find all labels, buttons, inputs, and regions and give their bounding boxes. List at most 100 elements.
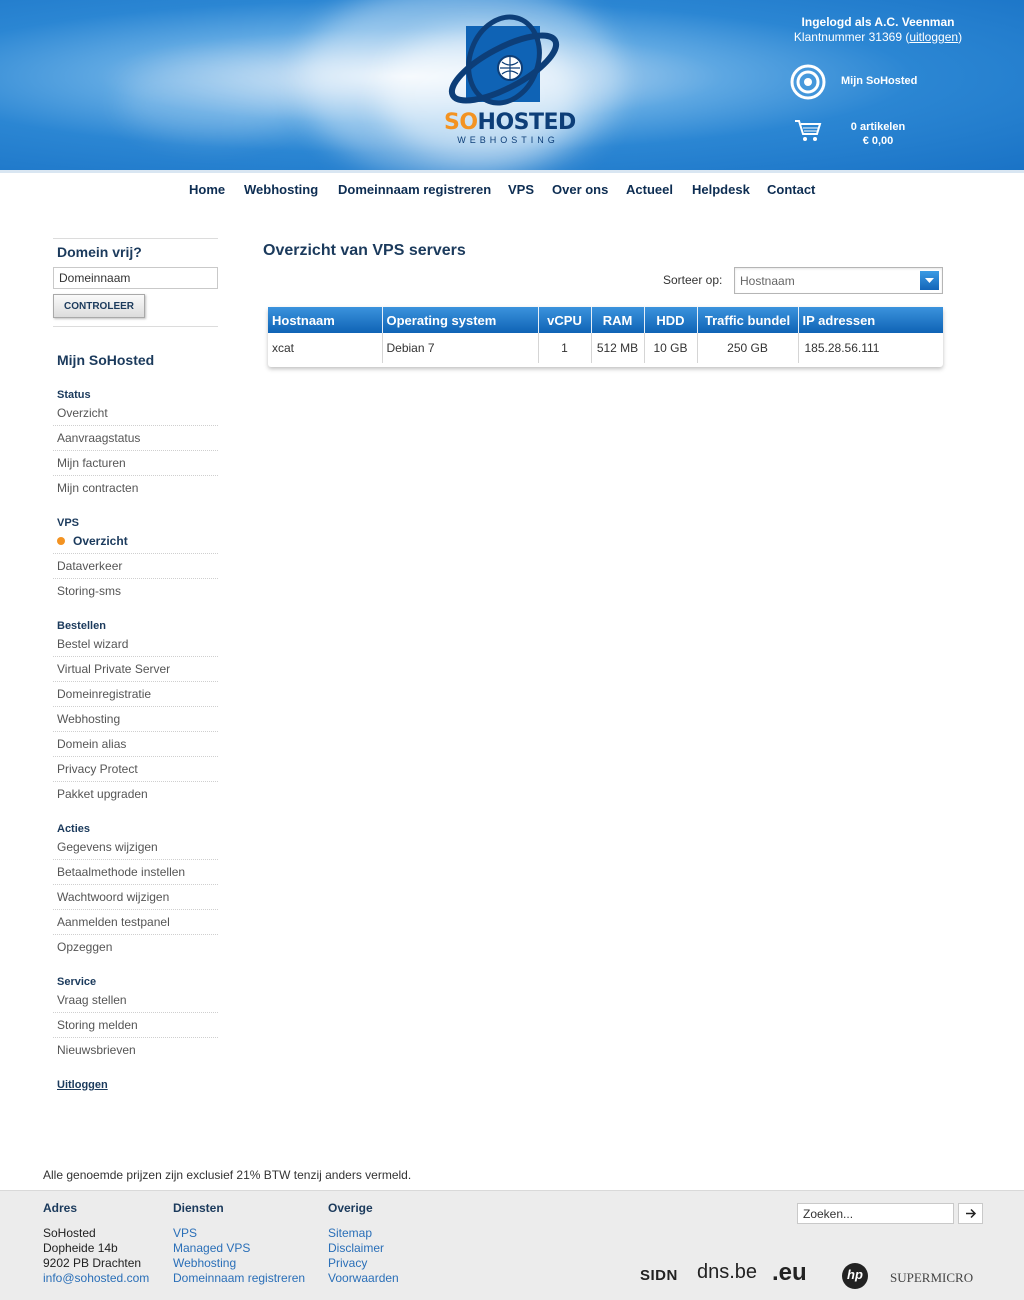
sidebar-item-virtual-private-server[interactable]: Virtual Private Server [53,657,218,682]
sidebar-item-label: Overzicht [73,534,128,548]
sort-select[interactable]: Hostnaam [734,267,943,294]
footer-link-managed-vps[interactable]: Managed VPS [173,1241,305,1256]
footer-link-voorwaarden[interactable]: Voorwaarden [328,1271,399,1286]
arrow-right-icon [966,1208,977,1219]
sidebar-item-webhosting[interactable]: Webhosting [53,707,218,732]
sidebar-item-domeinregistratie[interactable]: Domeinregistratie [53,682,218,707]
table-row[interactable]: xcat Debian 7 1 512 MB 10 GB 250 GB 185.… [268,333,943,363]
cart-item-count: 0 artikelen [850,121,906,133]
eu-logo[interactable]: .eu [772,1259,807,1287]
login-info: Ingelogd als A.C. Veenman Klantnummer 31… [770,15,986,45]
cell-operating-system: Debian 7 [382,333,539,363]
column-ip-adressen[interactable]: IP adressen [798,307,943,333]
nav-domeinnaam-registreren[interactable]: Domeinnaam registreren [338,182,491,197]
header-divider [0,170,1024,173]
sidebar-item-status-overzicht[interactable]: Overzicht [53,401,218,426]
footer-link-privacy[interactable]: Privacy [328,1256,399,1271]
address-line: Dopheide 14b [43,1241,118,1255]
sidebar-logout-link[interactable]: Uitloggen [57,1079,108,1091]
footer-link-vps[interactable]: VPS [173,1226,305,1241]
sidebar-item-storing-sms[interactable]: Storing-sms [53,579,218,604]
column-vcpu[interactable]: vCPU [538,307,592,333]
chevron-down-icon[interactable] [920,271,939,290]
sidebar-item-vraag-stellen[interactable]: Vraag stellen [53,988,218,1013]
sidebar-item-betaalmethode-instellen[interactable]: Betaalmethode instellen [53,860,218,885]
sidebar-item-gegevens-wijzigen[interactable]: Gegevens wijzigen [53,835,218,860]
site-header: SOHOSTED WEBHOSTING Ingelogd als A.C. Ve… [0,0,1024,170]
mijn-sohosted-link[interactable]: Mijn SoHosted [841,75,917,87]
cell-ram: 512 MB [591,333,645,363]
sidebar-item-dataverkeer[interactable]: Dataverkeer [53,554,218,579]
controleer-button[interactable]: CONTROLEER [53,294,145,318]
sidebar-item-wachtwoord-wijzigen[interactable]: Wachtwoord wijzigen [53,885,218,910]
nav-actueel[interactable]: Actueel [626,182,673,197]
vps-table: Hostnaam Operating system vCPU RAM HDD T… [268,307,943,363]
dnsbe-logo[interactable]: dns.be [697,1261,757,1284]
domain-check-title: Domein vrij? [57,244,142,260]
nav-vps[interactable]: VPS [508,182,534,197]
cell-vcpu: 1 [538,333,592,363]
shopping-cart-icon[interactable] [794,119,822,143]
column-traffic-bundel[interactable]: Traffic bundel [697,307,799,333]
mijn-sohosted-heading: Mijn SoHosted [57,352,155,368]
sidebar-item-mijn-contracten[interactable]: Mijn contracten [53,476,218,501]
footer-link-webhosting[interactable]: Webhosting [173,1256,305,1271]
sidn-logo[interactable]: SIDN [640,1267,678,1284]
supermicro-logo[interactable]: SUPERMICRO [890,1270,973,1286]
footer-adres: Adres SoHosted Dopheide 14b 9202 PB Drac… [43,1201,149,1286]
sidebar-item-domein-alias[interactable]: Domein alias [53,732,218,757]
sidebar-item-aanmelden-testpanel[interactable]: Aanmelden testpanel [53,910,218,935]
section-bestellen-title: Bestellen [57,620,106,632]
vat-disclaimer: Alle genoemde prijzen zijn exclusief 21%… [43,1168,412,1182]
active-bullet-icon [57,537,65,545]
header-logout-link[interactable]: uitloggen [909,30,958,44]
footer-link-sitemap[interactable]: Sitemap [328,1226,399,1241]
nav-contact[interactable]: Contact [767,182,815,197]
sort-label: Sorteer op: [663,273,723,287]
column-hostnaam[interactable]: Hostnaam [268,307,383,333]
customer-number: Klantnummer 31369 [793,30,902,44]
footer-overige-title: Overige [328,1201,373,1215]
column-ram[interactable]: RAM [591,307,645,333]
sidebar-item-storing-melden[interactable]: Storing melden [53,1013,218,1038]
footer-link-domeinnaam-registreren[interactable]: Domeinnaam registreren [173,1271,305,1286]
footer-search-input[interactable] [797,1203,954,1224]
cell-hdd: 10 GB [644,333,698,363]
sidebar-item-nieuwsbrieven[interactable]: Nieuwsbrieven [53,1038,218,1063]
sidebar-item-vps-overzicht[interactable]: Overzicht [53,529,218,554]
nav-webhosting[interactable]: Webhosting [244,182,318,197]
column-hdd[interactable]: HDD [644,307,698,333]
sidebar-item-privacy-protect[interactable]: Privacy Protect [53,757,218,782]
sidebar-item-bestel-wizard[interactable]: Bestel wizard [53,632,218,657]
cell-traffic-bundel: 250 GB [697,333,799,363]
domain-input[interactable] [53,267,218,289]
address-line: SoHosted [43,1226,96,1240]
logo-wordmark: SOHOSTED [444,110,576,135]
footer-diensten-title: Diensten [173,1201,224,1215]
sidebar-item-mijn-facturen[interactable]: Mijn facturen [53,451,218,476]
table-header-row: Hostnaam Operating system vCPU RAM HDD T… [268,307,943,333]
sidebar-divider [53,326,218,327]
footer-adres-title: Adres [43,1201,78,1215]
cell-hostnaam[interactable]: xcat [268,333,383,363]
sohosted-logo[interactable]: SOHOSTED WEBHOSTING [444,10,576,150]
sidebar-item-aanvraagstatus[interactable]: Aanvraagstatus [53,426,218,451]
nav-home[interactable]: Home [189,182,225,197]
footer-link-disclaimer[interactable]: Disclaimer [328,1241,399,1256]
section-service-title: Service [57,976,97,988]
cell-ip-adressen: 185.28.56.111 [798,333,943,363]
logo-tagline: WEBHOSTING [457,135,559,145]
search-submit-button[interactable] [958,1203,983,1224]
nav-over-ons[interactable]: Over ons [552,182,608,197]
page-title: Overzicht van VPS servers [263,242,466,259]
target-icon[interactable] [790,64,826,100]
sidebar-item-pakket-upgraden[interactable]: Pakket upgraden [53,782,218,807]
hp-logo[interactable]: hp [838,1261,872,1295]
sort-select-value: Hostnaam [740,274,795,288]
cart-summary[interactable]: 0 artikelen € 0,00 [830,120,926,148]
nav-helpdesk[interactable]: Helpdesk [692,182,750,197]
customer-number-line: Klantnummer 31369 (uitloggen) [793,30,963,44]
sidebar-item-opzeggen[interactable]: Opzeggen [53,935,218,960]
column-operating-system[interactable]: Operating system [382,307,539,333]
footer-email-link[interactable]: info@sohosted.com [43,1271,149,1286]
